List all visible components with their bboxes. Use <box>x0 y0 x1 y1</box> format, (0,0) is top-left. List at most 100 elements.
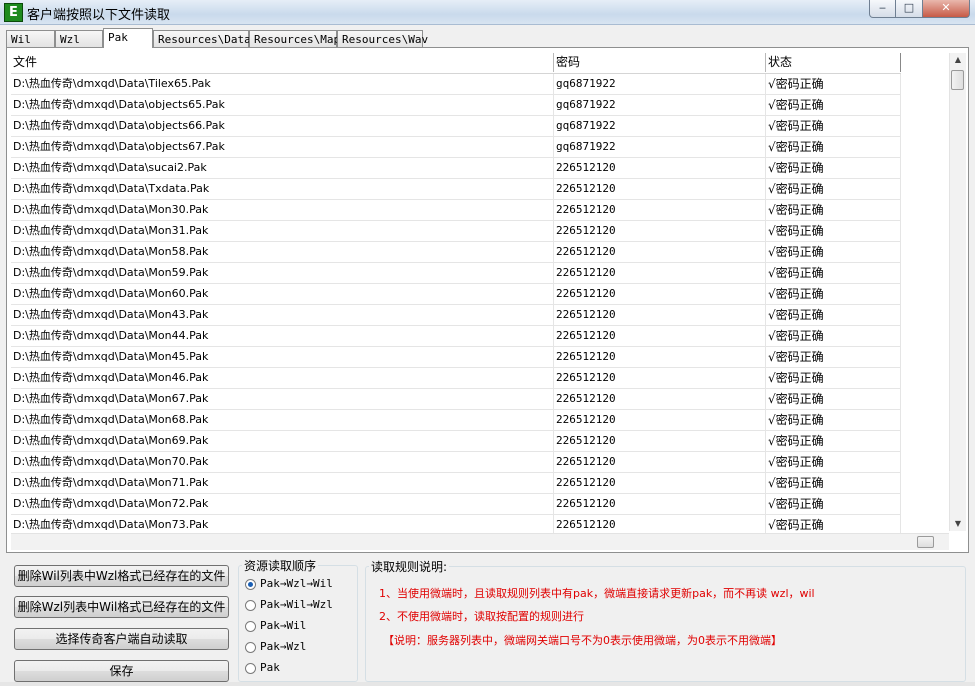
status-cell: √密码正确 <box>766 452 901 472</box>
table-row[interactable]: D:\热血传奇\dmxqd\Data\Mon59.Pak 226512120 √密码… <box>11 263 901 284</box>
status-cell: √密码正确 <box>766 515 901 533</box>
table-row[interactable]: D:\热血传奇\dmxqd\Data\Mon60.Pak 226512120 √密码… <box>11 284 901 305</box>
status-cell: √密码正确 <box>766 74 901 94</box>
password-cell: 226512120 <box>554 221 766 241</box>
tab-wzl[interactable]: Wzl <box>55 30 103 47</box>
table-row[interactable]: D:\热血传奇\dmxqd\Data\Mon31.Pak 226512120 √密码… <box>11 221 901 242</box>
header-file[interactable]: 文件 <box>11 53 554 72</box>
file-cell: D:\热血传奇\dmxqd\Data\objects67.Pak <box>11 137 554 157</box>
rule-line-1: 1、当使用微端时，且读取规则列表中有pak，微端直接请求更新pak，而不再读 w… <box>379 587 815 600</box>
table-row[interactable]: D:\热血传奇\dmxqd\Data\Mon46.Pak 226512120 √密码… <box>11 368 901 389</box>
file-cell: D:\热血传奇\dmxqd\Data\sucai2.Pak <box>11 158 554 178</box>
table-row[interactable]: D:\热血传奇\dmxqd\Data\Mon69.Pak 226512120 √密码… <box>11 431 901 452</box>
table-row[interactable]: D:\热血传奇\dmxqd\Data\Mon73.Pak 226512120 √密码… <box>11 515 901 533</box>
tab-strip: Wil Wzl Pak Resources\Data Resources\Map… <box>6 28 966 48</box>
file-cell: D:\热血传奇\dmxqd\Data\Mon58.Pak <box>11 242 554 262</box>
status-cell: √密码正确 <box>766 263 901 283</box>
delete-wil-duplicates-button[interactable]: 删除Wil列表中Wzl格式已经存在的文件 <box>14 565 229 587</box>
delete-wzl-duplicates-button[interactable]: 删除Wzl列表中Wil格式已经存在的文件 <box>14 596 229 618</box>
horizontal-scroll-thumb[interactable] <box>917 536 934 548</box>
radio-selected-icon[interactable] <box>245 578 256 590</box>
table-row[interactable]: D:\热血传奇\dmxqd\Data\Mon67.Pak 226512120 √密码… <box>11 389 901 410</box>
password-cell: 226512120 <box>554 494 766 514</box>
list-header: 文件 密码 状态 <box>11 53 901 74</box>
password-cell: 226512120 <box>554 452 766 472</box>
status-cell: √密码正确 <box>766 242 901 262</box>
table-row[interactable]: D:\热血传奇\dmxqd\Data\Mon72.Pak 226512120 √密码… <box>11 494 901 515</box>
file-cell: D:\热血传奇\dmxqd\Data\Mon68.Pak <box>11 410 554 430</box>
table-row[interactable]: D:\热血传奇\dmxqd\Data\Txdata.Pak 226512120 √密… <box>11 179 901 200</box>
password-cell: 226512120 <box>554 347 766 367</box>
table-row[interactable]: D:\热血传奇\dmxqd\Data\Mon43.Pak 226512120 √密码… <box>11 305 901 326</box>
table-row[interactable]: D:\热血传奇\dmxqd\Data\objects66.Pak gq687192… <box>11 116 901 137</box>
tab-wil[interactable]: Wil <box>6 30 55 47</box>
vertical-scrollbar[interactable]: ▲ ▼ <box>949 53 966 531</box>
radio-icon[interactable] <box>245 599 256 611</box>
password-cell: 226512120 <box>554 200 766 220</box>
table-row[interactable]: D:\热血传奇\dmxqd\Data\Tilex65.Pak gq6871922 √… <box>11 74 901 95</box>
table-row[interactable]: D:\热血传奇\dmxqd\Data\Mon71.Pak 226512120 √密码… <box>11 473 901 494</box>
file-cell: D:\热血传奇\dmxqd\Data\Mon72.Pak <box>11 494 554 514</box>
file-cell: D:\热血传奇\dmxqd\Data\Mon31.Pak <box>11 221 554 241</box>
password-cell: gq6871922 <box>554 137 766 157</box>
minimize-button[interactable]: ‒ <box>869 0 896 18</box>
header-password[interactable]: 密码 <box>554 53 766 72</box>
table-row[interactable]: D:\热血传奇\dmxqd\Data\Mon58.Pak 226512120 √密码… <box>11 242 901 263</box>
radio-icon[interactable] <box>245 620 256 632</box>
password-cell: 226512120 <box>554 305 766 325</box>
close-button[interactable]: ✕ <box>922 0 970 18</box>
table-row[interactable]: D:\热血传奇\dmxqd\Data\sucai2.Pak 226512120 √密… <box>11 158 901 179</box>
select-client-button[interactable]: 选择传奇客户端自动读取 <box>14 628 229 650</box>
order-option-1[interactable]: Pak→Wzl→Wil <box>245 576 333 592</box>
app-icon: E <box>4 3 23 22</box>
status-cell: √密码正确 <box>766 95 901 115</box>
file-cell: D:\热血传奇\dmxqd\Data\Mon73.Pak <box>11 515 554 533</box>
radio-icon[interactable] <box>245 662 256 674</box>
tab-pak[interactable]: Pak <box>103 28 153 48</box>
scroll-down-icon[interactable]: ▼ <box>950 517 966 531</box>
vertical-scroll-thumb[interactable] <box>951 70 964 90</box>
status-cell: √密码正确 <box>766 431 901 451</box>
file-cell: D:\热血传奇\dmxqd\Data\Tilex65.Pak <box>11 74 554 94</box>
tab-resources-wav[interactable]: Resources\Wav <box>337 30 428 47</box>
tab-resources-data[interactable]: Resources\Data <box>153 30 251 47</box>
table-row[interactable]: D:\热血传奇\dmxqd\Data\Mon30.Pak 226512120 √密码… <box>11 200 901 221</box>
password-cell: 226512120 <box>554 179 766 199</box>
maximize-button[interactable]: □ <box>895 0 923 18</box>
save-button[interactable]: 保存 <box>14 660 229 682</box>
table-row[interactable]: D:\热血传奇\dmxqd\Data\Mon70.Pak 226512120 √密码… <box>11 452 901 473</box>
order-option-5[interactable]: Pak <box>245 660 280 676</box>
scroll-up-icon[interactable]: ▲ <box>950 53 966 67</box>
pak-panel: 文件 密码 状态 D:\热血传奇\dmxqd\Data\Tilex65.Pak g… <box>6 47 969 553</box>
horizontal-scrollbar[interactable] <box>11 533 949 550</box>
order-option-4[interactable]: Pak→Wzl <box>245 639 306 655</box>
status-cell: √密码正确 <box>766 284 901 304</box>
status-cell: √密码正确 <box>766 179 901 199</box>
table-row[interactable]: D:\热血传奇\dmxqd\Data\Mon45.Pak 226512120 √密码… <box>11 347 901 368</box>
table-row[interactable]: D:\热血传奇\dmxqd\Data\objects65.Pak gq687192… <box>11 95 901 116</box>
file-cell: D:\热血传奇\dmxqd\Data\Mon60.Pak <box>11 284 554 304</box>
status-cell: √密码正确 <box>766 494 901 514</box>
table-row[interactable]: D:\热血传奇\dmxqd\Data\Mon68.Pak 226512120 √密码… <box>11 410 901 431</box>
status-cell: √密码正确 <box>766 221 901 241</box>
radio-icon[interactable] <box>245 641 256 653</box>
tab-resources-map[interactable]: Resources\Map <box>249 30 340 47</box>
rule-note: 【说明：服务器列表中，微端网关端口号不为0表示使用微端，为0表示不用微端】 <box>383 634 782 647</box>
password-cell: 226512120 <box>554 263 766 283</box>
table-row[interactable]: D:\热血传奇\dmxqd\Data\objects67.Pak gq687192… <box>11 137 901 158</box>
order-option-2[interactable]: Pak→Wil→Wzl <box>245 597 333 613</box>
file-list[interactable]: 文件 密码 状态 D:\热血传奇\dmxqd\Data\Tilex65.Pak g… <box>11 53 955 533</box>
file-cell: D:\热血传奇\dmxqd\Data\Mon69.Pak <box>11 431 554 451</box>
password-cell: gq6871922 <box>554 74 766 94</box>
rules-group <box>365 566 966 682</box>
header-status[interactable]: 状态 <box>766 53 901 72</box>
file-cell: D:\热血传奇\dmxqd\Data\Mon67.Pak <box>11 389 554 409</box>
file-cell: D:\热血传奇\dmxqd\Data\Mon71.Pak <box>11 473 554 493</box>
order-option-3[interactable]: Pak→Wil <box>245 618 306 634</box>
window-title: 客户端按照以下文件读取 <box>27 8 171 23</box>
file-cell: D:\热血传奇\dmxqd\Data\Mon43.Pak <box>11 305 554 325</box>
file-cell: D:\热血传奇\dmxqd\Data\Mon59.Pak <box>11 263 554 283</box>
rule-line-2: 2、不使用微端时，读取按配置的规则进行 <box>379 610 584 623</box>
table-row[interactable]: D:\热血传奇\dmxqd\Data\Mon44.Pak 226512120 √密码… <box>11 326 901 347</box>
password-cell: 226512120 <box>554 326 766 346</box>
